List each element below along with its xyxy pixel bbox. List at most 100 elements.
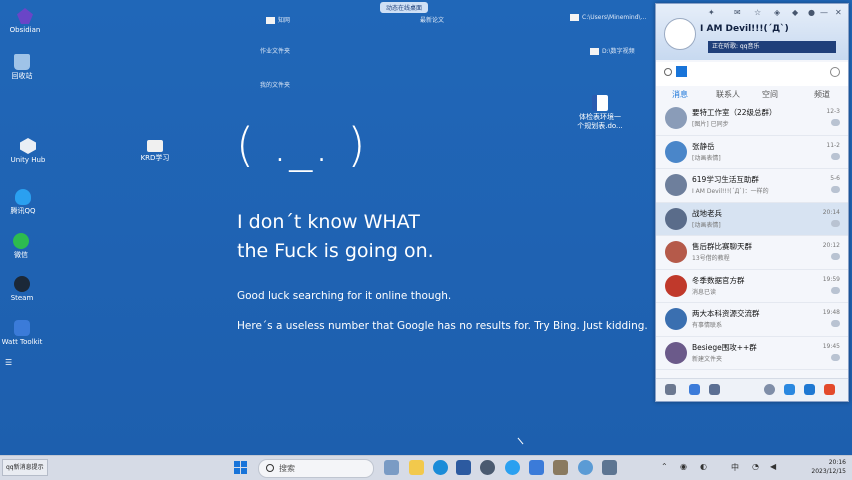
- play-icon[interactable]: [804, 384, 815, 395]
- search-bar[interactable]: [656, 62, 848, 86]
- desktop-icon-obsidian[interactable]: Obsidian: [0, 8, 50, 35]
- obsidian-icon: [17, 8, 33, 24]
- word-doc-icon: [592, 95, 608, 111]
- tray-network-icon[interactable]: ◐: [700, 462, 707, 471]
- error-line-2: the Fuck is going on.: [237, 240, 434, 262]
- tab-channels[interactable]: 频道: [814, 89, 830, 100]
- chat-window[interactable]: ✦ ✉ ☆ ◈ ◆ ● — ✕ I AM Devil!!!(´Д`) 正在听歌:…: [655, 3, 849, 402]
- search-input[interactable]: [676, 66, 687, 77]
- tray-volume-icon[interactable]: ◀: [770, 462, 776, 471]
- conversation-avatar: [665, 341, 687, 364]
- conversation-row[interactable]: 张静岳 [动画表情] 11-2: [656, 136, 848, 169]
- conversation-preview: [图片] 已同步: [692, 121, 729, 128]
- desktop-icon-watt-toolkit[interactable]: Watt Toolkit: [0, 320, 47, 347]
- desktop-item-zhiwang[interactable]: 知网: [266, 15, 290, 24]
- desktop-icon-unity-hub[interactable]: Unity Hub: [3, 138, 53, 165]
- desktop-icon-wechat[interactable]: 微信: [0, 233, 46, 260]
- taskbar-clock[interactable]: 20:16 2023/12/15: [811, 458, 846, 476]
- status-bar[interactable]: 正在听歌: qq音乐: [708, 41, 836, 53]
- game-icon[interactable]: ◈: [774, 8, 780, 17]
- conversation-row[interactable]: Besiege围攻++群 新建文件夹 19:45: [656, 337, 848, 370]
- contacts-icon[interactable]: [689, 384, 700, 395]
- conversation-row[interactable]: 要特工作室（22级总群） [图片] 已同步 12-3: [656, 102, 848, 136]
- desktop-item-d-path[interactable]: D:\数字视频: [590, 46, 635, 55]
- conversation-row[interactable]: 冬季数据官方群 消息已读 19:59: [656, 270, 848, 303]
- skin-icon[interactable]: ✦: [708, 8, 715, 17]
- wechat-icon: [13, 233, 29, 249]
- conversation-name: 619学习生活互助群: [692, 175, 759, 184]
- desktop-item-label: 作业文件夹: [260, 48, 291, 55]
- desktop-small-icon[interactable]: ☰: [5, 358, 12, 367]
- desktop-icon-label: KRD学习: [140, 154, 170, 162]
- taskbar-app-widgets[interactable]: [384, 460, 399, 475]
- settings-icon[interactable]: [830, 67, 840, 77]
- tray-qq-icon[interactable]: ◉: [680, 462, 687, 471]
- conversation-avatar: [665, 308, 687, 330]
- tab-messages[interactable]: 消息: [672, 89, 688, 100]
- taskbar-app-edge[interactable]: [433, 460, 448, 475]
- app-icon[interactable]: [709, 384, 720, 395]
- star-icon[interactable]: ☆: [754, 8, 761, 17]
- taskbar-app-explorer[interactable]: [409, 460, 424, 475]
- close-icon[interactable]: ✕: [835, 8, 842, 17]
- gift-icon[interactable]: ◆: [792, 8, 798, 17]
- taskbar-app-terminal[interactable]: [456, 460, 471, 475]
- desktop-icon-label: 体检表环境一 个规划表.do...: [577, 113, 623, 130]
- conversation-avatar: [665, 174, 687, 196]
- desktop-icon-recycle-bin[interactable]: 回收站: [0, 54, 47, 81]
- windows-logo-icon: [241, 468, 247, 474]
- tab-space[interactable]: 空间: [762, 89, 778, 100]
- desktop-item-top-banner[interactable]: 动态在线桌面: [380, 2, 429, 13]
- conversation-time: 19:45: [822, 342, 840, 350]
- conversation-time: 12-3: [826, 108, 840, 115]
- taskbar-search-placeholder: 搜索: [279, 464, 295, 473]
- clock-time: 20:16: [828, 459, 846, 466]
- desktop-item-my-folder[interactable]: 我的文件夹: [260, 80, 290, 89]
- tab-bar: 消息 联系人 空间 频道: [656, 86, 848, 102]
- desktop-icon-steam[interactable]: Steam: [0, 276, 47, 303]
- conversation-name: 冬季数据官方群: [692, 275, 745, 285]
- conversation-time: 11-2: [826, 141, 840, 149]
- taskbar-notification[interactable]: qq新消息提示: [2, 459, 48, 476]
- taskbar-search[interactable]: 搜索: [258, 459, 374, 478]
- windows-logo-icon: [234, 461, 240, 467]
- user-name: I AM Devil!!!(´Д`): [700, 24, 789, 34]
- taskbar-app-photos[interactable]: [529, 460, 544, 475]
- desktop-icon-folder[interactable]: KRD学习: [130, 140, 180, 163]
- conversation-row[interactable]: 619学习生活互助群 I AM Devil!!!(´Д`)：一样的 5-6: [656, 169, 848, 203]
- menu-icon[interactable]: [665, 384, 676, 395]
- mute-badge-icon: [831, 219, 840, 227]
- tray-chevron-icon[interactable]: ⌃: [661, 462, 668, 471]
- desktop-item-users-path[interactable]: C:\Users\Minemind\...: [570, 14, 646, 21]
- minimize-icon[interactable]: —: [820, 8, 828, 17]
- user-avatar[interactable]: [664, 18, 696, 50]
- start-button[interactable]: [234, 461, 248, 475]
- desktop-item-homework-folder[interactable]: 作业文件夹: [260, 46, 290, 55]
- desktop-icon-label: 微信: [14, 251, 28, 259]
- conversation-name: 要特工作室（22级总群）: [692, 108, 777, 117]
- tray-lang[interactable]: 中: [731, 462, 739, 473]
- conversation-row[interactable]: 两大本科资源交流群 有事情联系 19:48: [656, 303, 848, 337]
- taskbar-app-qq[interactable]: [505, 460, 520, 475]
- tab-contacts[interactable]: 联系人: [716, 89, 740, 100]
- conversation-row[interactable]: 战地老兵 [动画表情] 20:14: [656, 202, 848, 236]
- desktop-icon-word-doc[interactable]: 体检表环境一 个规划表.do...: [573, 95, 627, 131]
- video-icon[interactable]: [784, 384, 795, 395]
- desktop-item-latest-papers[interactable]: 最新论文: [420, 15, 444, 24]
- mail-icon[interactable]: ✉: [734, 8, 741, 17]
- taskbar-app-game[interactable]: [553, 460, 568, 475]
- game-center-icon[interactable]: [824, 384, 835, 395]
- desktop-icon-qq[interactable]: 腾讯QQ: [0, 189, 48, 216]
- taskbar-app-unity[interactable]: [602, 460, 617, 475]
- bell-icon[interactable]: ●: [808, 8, 815, 17]
- tray-wifi-icon[interactable]: ◔: [752, 462, 759, 471]
- desktop-item-label: D:\数字视频: [602, 48, 635, 55]
- mute-badge-icon: [831, 186, 840, 193]
- mute-badge-icon: [831, 286, 840, 294]
- desktop-item-label: 我的文件夹: [260, 82, 291, 89]
- cloud-icon[interactable]: [764, 384, 775, 395]
- desktop-icon-label: Watt Toolkit: [1, 338, 43, 346]
- conversation-row[interactable]: 售后群比赛聊天群 13号借的教程 20:12: [656, 236, 848, 270]
- taskbar-app-steam[interactable]: [480, 460, 495, 475]
- taskbar-app-chrome[interactable]: [578, 460, 593, 475]
